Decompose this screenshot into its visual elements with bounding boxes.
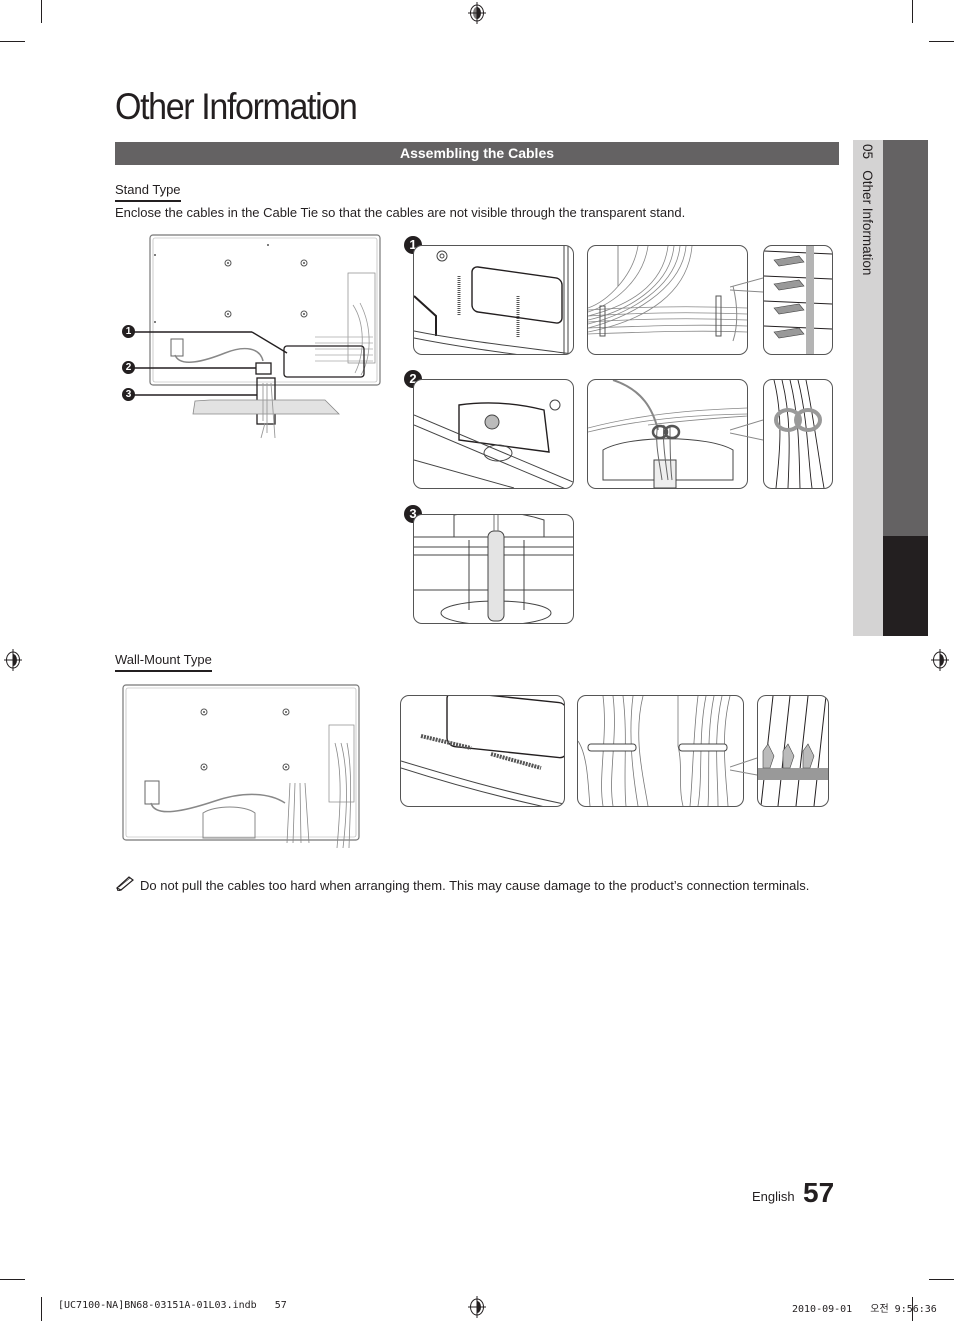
page-number: 57 [803,1177,835,1208]
crop-mark [41,0,42,23]
registration-mark-icon [468,2,486,24]
registration-mark-icon [931,649,949,671]
chapter-label: Other Information [860,170,875,276]
step-3-panel-stand-neck [413,514,574,624]
side-tab-bar [883,140,928,536]
wall-panel-back [400,695,565,807]
footer-language: English [752,1189,795,1204]
chapter-number: 05 [860,144,875,160]
step-2-panel-stand-base [413,379,574,489]
print-slug-file: [UC7100-NA]BN68-03151A-01L03.indb 57 [58,1300,287,1311]
step-2-panel-tie-detail [763,379,833,489]
page-title: Other Information [115,86,358,127]
callout-3: 3 [122,388,135,401]
side-tab-label: 05 Other Information [853,140,883,636]
stand-type-instruction: Enclose the cables in the Cable Tie so t… [115,205,686,220]
registration-mark-icon [468,1296,486,1318]
step-2-panel-cable-tie [587,379,748,489]
wall-panel-cables [577,695,744,807]
side-tab-marker [883,536,928,636]
callout-2: 2 [122,361,135,374]
crop-mark [912,0,913,23]
crop-mark [41,1297,42,1321]
crop-mark [0,1279,25,1280]
tv-back-wall-mount-illustration [122,684,360,849]
print-slug-timestamp: 2010-09-01 오전 9:56:36 [792,1304,937,1315]
stand-type-heading: Stand Type [115,182,181,202]
note-text: Do not pull the cables too hard when arr… [140,878,810,893]
detail-callout-lines [730,277,764,776]
step-1-panel-clip-detail [763,245,833,355]
step-1-panel-back [413,245,574,355]
wall-mount-heading: Wall-Mount Type [115,652,212,672]
pencil-note-icon [115,876,134,891]
step-1-panel-cables [587,245,748,355]
crop-mark [929,41,954,42]
section-title-bar: Assembling the Cables [115,142,839,165]
crop-mark [0,41,25,42]
crop-mark [929,1279,954,1280]
callout-1: 1 [122,325,135,338]
registration-mark-icon [4,649,22,671]
tv-back-stand-illustration [132,234,381,439]
